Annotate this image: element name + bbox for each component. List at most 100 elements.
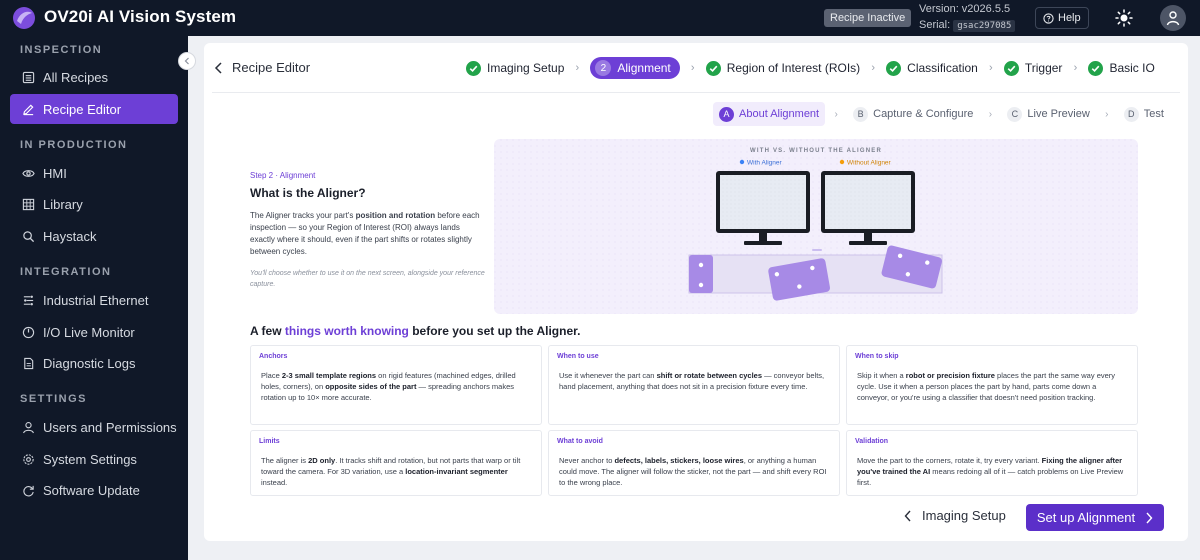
substep-label: Live Preview: [1027, 108, 1090, 120]
substep-live-preview[interactable]: C Live Preview: [1001, 102, 1095, 126]
step-label: Alignment: [617, 61, 671, 75]
intro-block: Step 2 · Alignment What is the Aligner? …: [250, 171, 486, 290]
recipe-status-badge: Recipe Inactive: [824, 9, 912, 27]
check-circle-icon: [1003, 60, 1019, 76]
aligner-illustration-graphic: WITH VS. WITHOUT THE ALIGNER With Aligne…: [494, 139, 1138, 314]
list-icon: [22, 71, 35, 83]
substep-label: About Alignment: [739, 108, 820, 120]
refresh-icon: [23, 485, 34, 496]
sidebar-item-software-update[interactable]: Software Update: [10, 475, 178, 505]
gear-icon: [23, 453, 34, 465]
chevron-right-icon: ›: [988, 108, 993, 120]
section-label-integration: INTEGRATION: [20, 266, 112, 278]
avatar[interactable]: [1160, 5, 1186, 31]
sidebar-item-diagnostic-logs[interactable]: Diagnostic Logs: [10, 348, 178, 378]
editor-card: Recipe Editor Imaging Setup › 2 Alignmen…: [204, 43, 1188, 541]
step-classification[interactable]: Classification: [886, 57, 978, 79]
collapse-sidebar-button[interactable]: [178, 52, 196, 70]
sidebar-item-label: Industrial Ethernet: [43, 292, 149, 308]
chevron-left-icon: [214, 61, 222, 74]
tip-title: When to skip: [855, 353, 899, 360]
substep-label: Test: [1143, 108, 1164, 120]
tip-body: The aligner is 2D only. It tracks shift …: [259, 455, 533, 488]
tip-card-when-to-skip: When to skip Skip it when a robot or prec…: [846, 345, 1138, 425]
substep-badge: B: [853, 106, 869, 122]
step-basic-io[interactable]: Basic IO: [1088, 57, 1155, 79]
tip-body-bold: shift or rotate between cycles: [656, 371, 763, 380]
check-circle-icon: [466, 60, 481, 76]
sidebar-item-users-and-permissions[interactable]: Users and Permissions: [10, 412, 178, 442]
step-imaging-setup[interactable]: Imaging Setup: [466, 57, 564, 79]
camera-mark: [812, 249, 822, 251]
intro-note: You'll choose whether to use it on the n…: [250, 270, 485, 288]
recipe-editor-label: Recipe Editor: [232, 60, 311, 75]
help-button[interactable]: Help: [1035, 7, 1089, 29]
sidebar-item-io-live-monitor[interactable]: I/O Live Monitor: [10, 317, 178, 347]
back-button-label: Imaging Setup: [922, 508, 1006, 523]
substep-badge: D: [1123, 106, 1139, 122]
sidebar-item-all-recipes[interactable]: All Recipes: [10, 62, 178, 92]
step-label: Classification: [907, 61, 978, 75]
tip-title: Limits: [259, 438, 280, 445]
chevron-right-icon: ›: [1105, 108, 1109, 120]
setup-alignment-button[interactable]: Set up Alignment: [1026, 504, 1164, 531]
section-label-inspection: INSPECTION: [20, 44, 103, 56]
tip-body: Use it whenever the part can shift or ro…: [557, 370, 831, 392]
tip-title: What to avoid: [557, 438, 603, 445]
search-icon: [23, 230, 35, 242]
legend-with: With Aligner: [747, 160, 783, 167]
chevron-left-icon: [904, 510, 911, 521]
part-left: [689, 255, 713, 293]
tip-body-text: Skip it when a: [857, 371, 906, 380]
step-label: Region of Interest (ROIs): [726, 61, 861, 75]
eye-icon: [22, 169, 35, 177]
chevron-right-icon: ›: [871, 62, 875, 74]
tip-card-what-to-avoid: What to avoid Never anchor to defects, la…: [548, 430, 840, 496]
tip-body-bold: defects, labels, stickers, loose wires: [614, 456, 744, 465]
worth-pre: A few: [250, 324, 285, 338]
version-text: Version: v2026.5.5: [919, 3, 1011, 15]
tip-body-bold: location-invariant segmenter: [405, 467, 508, 476]
step-tag: Step 2 · Alignment: [250, 171, 316, 180]
substep-capture-configure[interactable]: B Capture & Configure: [847, 102, 979, 126]
sidebar-item-haystack[interactable]: Haystack: [10, 221, 178, 251]
substep-test[interactable]: D Test: [1118, 102, 1170, 126]
theme-toggle-icon[interactable]: [1114, 8, 1134, 28]
tip-title: When to use: [557, 353, 599, 360]
sidebar-item-system-settings[interactable]: System Settings: [10, 444, 178, 474]
tip-title: Anchors: [259, 353, 288, 360]
sidebar-item-industrial-ethernet[interactable]: Industrial Ethernet: [10, 285, 178, 315]
step-label: Trigger: [1024, 61, 1063, 75]
io-icon: [22, 326, 35, 338]
step-trigger[interactable]: Trigger: [1003, 57, 1063, 79]
back-to-recipe-editor[interactable]: Recipe Editor: [214, 60, 310, 75]
sidebar-item-library[interactable]: Library: [10, 189, 178, 219]
tip-body: Place 2-3 small template regions on rigi…: [259, 370, 533, 403]
next-button-label: Set up Alignment: [1036, 510, 1136, 525]
illustration-header: WITH VS. WITHOUT THE ALIGNER: [750, 148, 882, 154]
tip-body-text: Never anchor to: [559, 456, 615, 465]
chevron-right-icon: ›: [834, 108, 838, 120]
chevron-right-icon: ›: [989, 62, 993, 74]
section-label-in-production: IN PRODUCTION: [20, 139, 128, 151]
tip-body-text: Place: [261, 371, 282, 380]
sidebar: INSPECTION All Recipes Recipe Editor IN …: [0, 36, 188, 560]
chevron-right-icon: ›: [1073, 62, 1078, 74]
sidebar-item-recipe-editor[interactable]: Recipe Editor: [10, 94, 178, 124]
tip-body-text: instead.: [261, 478, 288, 487]
tip-title: Validation: [855, 438, 889, 445]
sidebar-item-hmi[interactable]: HMI: [10, 158, 178, 188]
tip-body-bold: robot or precision fixture: [905, 371, 995, 380]
substep-about-alignment[interactable]: A About Alignment: [713, 102, 826, 126]
sidebar-item-label: Recipe Editor: [43, 101, 122, 117]
step-label: Imaging Setup: [487, 61, 565, 75]
legend-dot-with: [739, 159, 745, 165]
tip-card-limits: Limits The aligner is 2D only. It tracks …: [250, 430, 542, 496]
top-bar: OV20i AI Vision System Recipe Inactive V…: [0, 0, 1200, 36]
sidebar-item-label: HMI: [43, 165, 67, 181]
back-imaging-setup-button[interactable]: Imaging Setup: [904, 508, 1006, 523]
step-alignment[interactable]: 2 Alignment: [590, 57, 680, 79]
app-title: OV20i AI Vision System: [44, 7, 237, 26]
step-region-of-interest[interactable]: Region of Interest (ROIs): [705, 57, 861, 79]
sidebar-item-label: All Recipes: [43, 69, 109, 85]
